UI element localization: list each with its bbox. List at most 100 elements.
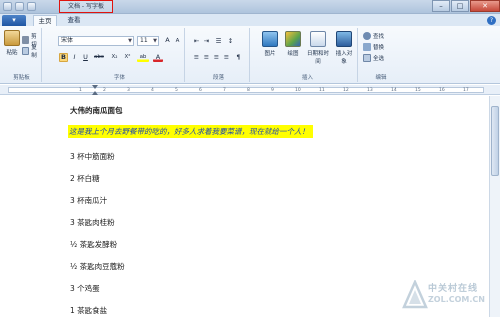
minimize-button[interactable]: – <box>432 0 450 12</box>
highlight-color-button[interactable]: ab <box>137 53 149 62</box>
watermark-en: ZOL.COM.CN <box>428 295 485 304</box>
ruler-tick-label: 3 <box>127 88 130 93</box>
picture-button[interactable]: 图片 <box>261 31 279 57</box>
ingredient-line: 3 茶匙肉桂粉 <box>70 218 115 227</box>
insert-object-button[interactable]: 插入对象 <box>334 31 354 65</box>
increase-indent-button[interactable]: ⇥ <box>202 37 211 46</box>
tab-home[interactable]: 主页 <box>33 15 57 26</box>
scrollbar-thumb[interactable] <box>491 106 499 176</box>
ruler-tick-label: 16 <box>439 88 445 93</box>
ruler-tick-label: 6 <box>199 88 202 93</box>
app-menu-button[interactable]: ▾ <box>2 15 26 26</box>
paragraph-group-label: 段落 <box>212 75 224 81</box>
window-controls: – □ ✕ <box>431 0 500 12</box>
ruler-tick-label: 10 <box>295 88 301 93</box>
replace-label: 替换 <box>373 45 385 51</box>
ruler-tick-label: 2 <box>103 88 106 93</box>
clipboard-group: 粘贴 剪切 复制 剪贴板 <box>2 28 42 82</box>
ingredient-line: ½ 茶匙肉豆蔻粉 <box>70 262 125 271</box>
insert-group: 图片 绘图 日期和时间 插入对象 插入 <box>258 28 358 82</box>
ingredient-line: 1 茶匙食盐 <box>70 306 108 315</box>
bullet-list-button[interactable]: ☰ <box>214 37 223 46</box>
decrease-indent-button[interactable]: ⇤ <box>192 37 201 46</box>
justify-button[interactable]: ≡ <box>222 53 231 62</box>
ruler-tick-label: 5 <box>175 88 178 93</box>
paste-icon <box>4 30 20 46</box>
paint-drawing-button[interactable]: 绘图 <box>284 31 302 57</box>
subscript-button[interactable]: X₂ <box>109 53 120 62</box>
ingredient-line: ½ 茶匙发酵粉 <box>70 240 118 249</box>
date-time-button[interactable]: 日期和时间 <box>305 31 331 65</box>
select-all-button[interactable]: 全选 <box>363 54 384 62</box>
paragraph-group: ⇤ ⇥ ☰ ↕ ≡ ≡ ≡ ≡ ¶ 段落 <box>188 28 250 82</box>
ruler-tick-label: 1 <box>79 88 82 93</box>
ribbon-tab-row: ▾ 主页 查看 ? <box>0 14 500 26</box>
font-size-select[interactable]: 11 ▼ <box>137 36 159 46</box>
find-button[interactable]: 查找 <box>363 32 384 40</box>
tab-view[interactable]: 查看 <box>62 15 86 26</box>
strikethrough-button[interactable]: abc <box>92 53 106 62</box>
find-label: 查找 <box>373 34 385 40</box>
font-family-select[interactable]: 宋体 ▼ <box>58 36 134 46</box>
paragraph-settings-button[interactable]: ¶ <box>234 53 243 62</box>
ruler-tick-label: 7 <box>223 88 226 93</box>
superscript-button[interactable]: X² <box>122 53 133 62</box>
title-bar: 文档 - 写字板 – □ ✕ <box>0 0 500 14</box>
intro-line: 这是我上个月去野餐带的吃的，好多人求着我要菜谱，现在就给一个人！ <box>68 125 313 138</box>
datetime-label: 日期和时间 <box>306 51 329 65</box>
select-all-label: 全选 <box>373 56 385 62</box>
maximize-button[interactable]: □ <box>451 0 469 12</box>
grow-font-button[interactable]: A <box>163 36 172 45</box>
watermark-logo-icon <box>402 280 428 309</box>
window-title: 文档 - 写字板 <box>59 0 113 13</box>
ruler-track[interactable]: 1 2 3 4 5 6 7 8 9 10 11 12 13 14 15 16 17 <box>8 87 484 93</box>
highlighted-intro-text: 这是我上个月去野餐带的吃的，好多人求着我要菜谱，现在就给一个人！ <box>68 125 313 138</box>
text-color-button[interactable]: A <box>153 53 163 62</box>
recipe-title: 大伟的南瓜面包 <box>70 106 123 115</box>
paste-button[interactable]: 粘贴 <box>4 30 20 56</box>
ruler-tick-label: 4 <box>151 88 154 93</box>
watermark: 中关村在线 ZOL.COM.CN <box>402 277 492 313</box>
align-right-button[interactable]: ≡ <box>212 53 221 62</box>
shrink-font-button[interactable]: A <box>173 37 182 46</box>
bold-button[interactable]: B <box>59 53 68 62</box>
watermark-cn: 中关村在线 <box>428 284 479 294</box>
ruler[interactable]: 1 2 3 4 5 6 7 8 9 10 11 12 13 14 15 16 17 <box>0 85 500 95</box>
select-all-icon <box>363 54 371 62</box>
copy-button[interactable]: 复制 <box>22 43 41 59</box>
font-group: 宋体 ▼ 11 ▼ A A B I U abc X₂ X² ab A 字体 <box>55 28 185 82</box>
chevron-down-icon: ▼ <box>128 38 132 44</box>
align-center-button[interactable]: ≡ <box>202 53 211 62</box>
help-icon[interactable]: ? <box>487 16 496 25</box>
ruler-tick-label: 8 <box>247 88 250 93</box>
ribbon: 粘贴 剪切 复制 剪贴板 宋体 ▼ 11 ▼ A A B I U abc X₂ X²… <box>0 26 500 84</box>
ruler-tick-label: 15 <box>415 88 421 93</box>
hanging-indent-marker[interactable] <box>92 91 98 95</box>
redo-icon[interactable] <box>27 2 36 11</box>
picture-icon <box>262 31 278 47</box>
font-group-label: 字体 <box>113 75 125 81</box>
copy-label: 复制 <box>31 45 37 59</box>
undo-icon[interactable] <box>15 2 24 11</box>
underline-button[interactable]: U <box>81 53 90 62</box>
ruler-tick-label: 12 <box>343 88 349 93</box>
italic-button[interactable]: I <box>70 53 79 62</box>
object-icon <box>336 31 352 47</box>
ingredient-line: 3 个鸡蛋 <box>70 284 100 293</box>
align-left-button[interactable]: ≡ <box>192 53 201 62</box>
clipboard-group-label: 剪贴板 <box>13 75 30 81</box>
picture-label: 图片 <box>264 51 276 57</box>
save-icon[interactable] <box>3 2 12 11</box>
first-line-indent-marker[interactable] <box>92 85 98 89</box>
replace-icon <box>363 43 371 51</box>
close-button[interactable]: ✕ <box>470 0 500 12</box>
ingredient-line: 3 杯南瓜汁 <box>70 196 108 205</box>
line-spacing-button[interactable]: ↕ <box>226 37 235 46</box>
font-family-value: 宋体 <box>61 37 74 44</box>
replace-button[interactable]: 替换 <box>363 43 384 51</box>
ruler-tick-label: 9 <box>271 88 274 93</box>
binoculars-icon <box>363 32 371 40</box>
paint-label: 绘图 <box>287 51 299 57</box>
insert-group-label: 插入 <box>301 75 313 81</box>
chevron-down-icon: ▼ <box>153 38 157 44</box>
